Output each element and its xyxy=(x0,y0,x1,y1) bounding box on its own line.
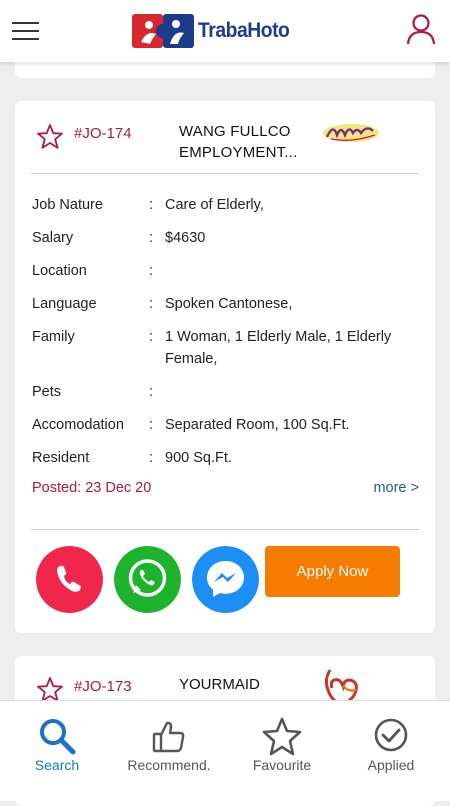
detail-value xyxy=(165,260,422,282)
nav-applied[interactable]: Applied xyxy=(335,701,447,801)
messenger-button[interactable] xyxy=(192,546,259,613)
nav-label: Applied xyxy=(367,757,415,773)
detail-label: Accomodation xyxy=(32,417,124,433)
job-details: Job Nature: Care of Elderly, Salary: $4630 L… xyxy=(32,194,422,480)
detail-value: 1 Woman, 1 Elderly Male, 1 Elderly Femal… xyxy=(165,329,392,367)
nav-favourite[interactable]: Favourite xyxy=(226,701,338,801)
detail-value: Care of Elderly, xyxy=(165,197,264,213)
detail-colon: : xyxy=(149,197,154,213)
star-icon xyxy=(262,717,302,756)
company-logo xyxy=(323,124,379,142)
detail-value xyxy=(165,381,422,403)
posted-date: Posted: 23 Dec 20 xyxy=(32,480,152,496)
search-icon xyxy=(40,719,76,755)
app-logo-mark xyxy=(132,14,194,48)
hamburger-menu-icon[interactable] xyxy=(12,22,39,42)
thumbs-up-icon xyxy=(152,721,185,753)
nav-label: Recommend. xyxy=(127,757,211,773)
detail-value: Spoken Cantonese, xyxy=(165,296,293,312)
detail-label: Salary xyxy=(32,230,74,246)
check-circle-icon xyxy=(374,718,408,752)
detail-value: $4630 xyxy=(165,230,206,246)
whatsapp-button[interactable] xyxy=(114,546,181,613)
detail-row: Language: Spoken Cantonese, xyxy=(32,293,422,315)
actions-divider xyxy=(31,529,419,530)
apply-now-button[interactable]: Apply Now xyxy=(265,546,400,597)
detail-row: Accomodation: Separated Room, 100 Sq.Ft. xyxy=(32,414,422,436)
detail-row: Resident:900 Sq.Ft. xyxy=(32,447,422,469)
favourite-star-icon[interactable] xyxy=(36,123,64,151)
detail-colon: : xyxy=(149,230,154,246)
nav-search[interactable]: Search xyxy=(1,701,113,801)
detail-colon: : xyxy=(149,450,154,466)
detail-row: Job Nature: Care of Elderly, xyxy=(32,194,422,216)
job-id: #JO-174 xyxy=(74,125,132,142)
job-id: #JO-173 xyxy=(74,678,132,695)
top-app-bar: TrabaHoto xyxy=(0,0,450,62)
detail-value: Separated Room, 100 Sq.Ft. xyxy=(165,417,350,433)
detail-row: Salary: $4630 xyxy=(32,227,422,249)
company-name: YOURMAID xyxy=(179,676,260,693)
detail-row: Pets: xyxy=(32,381,422,403)
detail-label: Location xyxy=(32,263,87,279)
detail-colon: : xyxy=(149,417,154,433)
detail-label: Family xyxy=(32,329,75,345)
detail-value: 900 Sq.Ft. xyxy=(165,450,232,466)
call-button[interactable] xyxy=(36,546,103,613)
app-logo: TrabaHoto xyxy=(132,12,297,50)
detail-row: Location: xyxy=(32,260,422,282)
detail-colon: : xyxy=(149,329,154,345)
detail-colon: : xyxy=(149,263,154,279)
more-link[interactable]: more > xyxy=(373,480,419,496)
detail-label: Pets xyxy=(32,384,62,400)
nav-label: Search xyxy=(34,757,80,773)
user-profile-icon[interactable] xyxy=(406,13,436,45)
detail-row: Family:1 Woman, 1 Elderly Male, 1 Elderl… xyxy=(32,326,422,370)
detail-label: Resident xyxy=(32,450,90,466)
nav-label: Favourite xyxy=(252,757,312,773)
header-divider xyxy=(31,173,419,174)
detail-label: Job Nature xyxy=(32,197,103,213)
company-name: WANG FULLCO EMPLOYMENT... xyxy=(179,123,298,161)
nav-recommend[interactable]: Recommend. xyxy=(113,701,225,801)
app-logo-text: TrabaHoto xyxy=(198,19,290,42)
job-card[interactable]: #JO-174 WANG FULLCO EMPLOYMENT... Job Na… xyxy=(15,101,435,633)
detail-colon: : xyxy=(149,296,154,312)
detail-label: Language xyxy=(32,296,97,312)
detail-colon: : xyxy=(149,384,154,400)
bottom-navigation: Search Recommend. Favourite Applied xyxy=(0,700,450,801)
